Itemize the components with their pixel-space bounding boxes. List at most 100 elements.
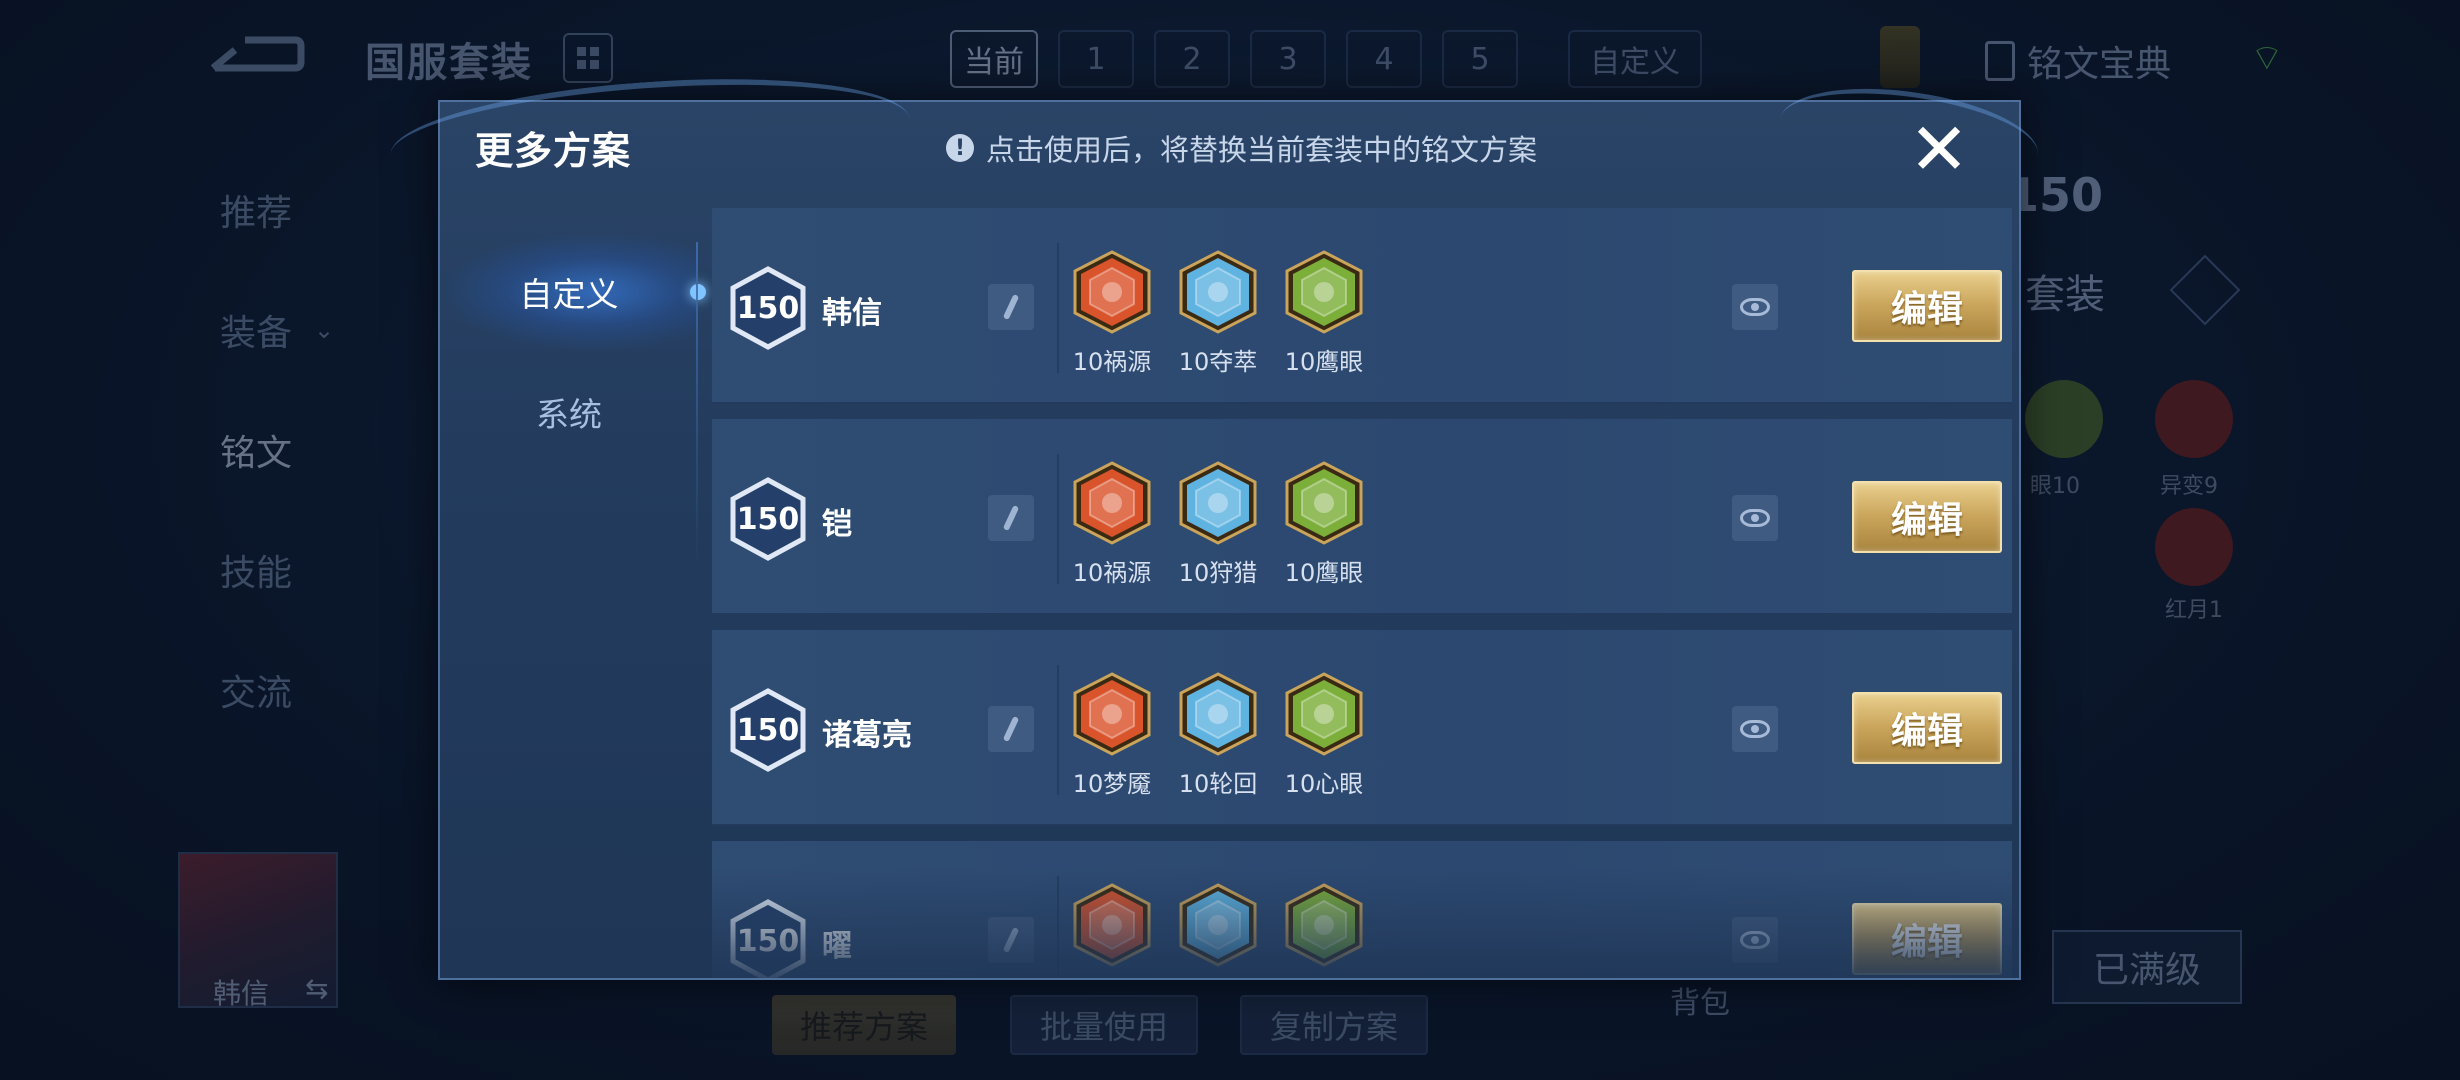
edit-button[interactable]: 编辑 [1852,481,2002,553]
tab-3[interactable]: 3 [1250,30,1326,88]
red-rune-icon [2155,508,2233,586]
rune-item[interactable]: 10祸源 [1072,461,1152,588]
rune-item[interactable] [1178,883,1258,975]
rune-item[interactable]: 10鹰眼 [1284,461,1364,588]
rune-item[interactable] [1284,883,1364,975]
swap-icon[interactable]: ⇆ [305,972,328,1005]
more-plans-dialog: 更多方案 ! 点击使用后，将替换当前套装中的铭文方案 ✕ 自定义 系统 150 … [386,63,2044,980]
inscription-book-label: 铭文宝典 [2027,44,2172,85]
plan-name: 韩信 [822,296,882,331]
divider [1057,665,1059,795]
tab-current[interactable]: 当前 [950,30,1038,88]
rune-item[interactable]: 10狩猎 [1178,461,1258,588]
red-rune-icon [2155,380,2233,458]
rune-label: 10夺萃 [1178,348,1258,376]
pencil-icon [1002,293,1020,321]
gift-icon[interactable] [1880,26,1920,88]
pencil-icon [1002,715,1020,743]
info-icon: ! [946,134,974,162]
rune-item[interactable]: 10轮回 [1178,672,1258,799]
green-rune-icon [1284,883,1364,967]
rune-item[interactable]: 10祸源 [1072,250,1152,377]
nav-item-exchange[interactable]: 交流 [220,630,334,750]
tab-4[interactable]: 4 [1346,30,1422,88]
tab-custom[interactable]: 自定义 [1568,30,1702,88]
blue-rune-icon [1178,250,1258,334]
chevron-down-icon: ⌄ [314,316,335,344]
red-rune-icon [1072,250,1152,334]
rune-item[interactable] [1072,883,1152,975]
plan-row[interactable]: 150 曜 编辑 [712,841,2012,978]
tab-system-plans[interactable]: 系统 [440,352,698,472]
plan-name: 铠 [822,507,852,542]
rename-button[interactable] [988,706,1034,752]
rune-item[interactable]: 10心眼 [1284,672,1364,799]
bag-label[interactable]: 背包 [1670,978,1730,1022]
inscription-book-button[interactable]: 铭文宝典 [1985,35,2171,87]
plan-row[interactable]: 150 韩信 10祸源 10夺萃 10鹰眼 编辑 [712,208,2012,404]
rune-item[interactable]: 10梦魇 [1072,672,1152,799]
tab-1[interactable]: 1 [1058,30,1134,88]
eye-icon [1740,509,1770,527]
nav-item-equipment[interactable]: 装备 ⌄ [220,270,334,390]
eye-icon [1740,720,1770,738]
copy-plan-button[interactable]: 复制方案 [1240,995,1429,1055]
batch-use-button[interactable]: 批量使用 [1010,995,1199,1055]
eye-icon [1740,298,1770,316]
preview-button[interactable] [1732,917,1778,963]
nav-item-recommend[interactable]: 推荐 [220,150,334,270]
hint-text: 点击使用后，将替换当前套装中的铭文方案 [986,133,1538,167]
plan-row[interactable]: 150 铠 10祸源 10狩猎 10鹰眼 编辑 [712,419,2012,615]
pencil-icon [1002,926,1020,954]
edit-button[interactable]: 编辑 [1852,270,2002,342]
close-button[interactable]: ✕ [1904,113,1974,185]
rune-label: 眼10 [2030,474,2080,499]
tab-custom-plans[interactable]: 自定义 [440,232,706,352]
rune-item[interactable]: 10夺萃 [1178,250,1258,377]
divider [1057,454,1059,584]
left-nav: 推荐 装备 ⌄ 铭文 技能 交流 [220,150,334,750]
rune-label: 10鹰眼 [1284,348,1364,376]
suite-title: 国服套装 [365,40,533,86]
divider [1057,876,1059,978]
recommend-plan-button[interactable]: 推荐方案 [772,995,957,1055]
blue-rune-icon [1178,461,1258,545]
plan-level: 150 [736,501,800,537]
rune-group: 10祸源 10狩猎 10鹰眼 [1072,461,1364,588]
divider [712,824,2012,826]
plan-row[interactable]: 150 诸葛亮 10梦魇 10轮回 10心眼 编辑 [712,630,2012,826]
rename-button[interactable] [988,917,1034,963]
rune-label: 异变9 [2160,474,2218,499]
preview-button[interactable] [1732,284,1778,330]
dialog-title: 更多方案 [475,129,632,173]
rune-label: 红月1 [2165,598,2223,623]
green-rune-icon [1284,461,1364,545]
plan-category-tabs: 自定义 系统 [440,232,706,472]
edit-button[interactable]: 编辑 [1852,903,2002,975]
dialog-hint: ! 点击使用后，将替换当前套装中的铭文方案 [946,127,1537,169]
plan-name: 诸葛亮 [822,718,912,753]
nav-item-inscription[interactable]: 铭文 [220,390,334,510]
full-level-button[interactable]: 已满级 [2052,930,2242,1004]
plan-level: 150 [736,290,800,326]
grid-icon[interactable] [563,33,613,83]
rename-button[interactable] [988,284,1034,330]
edit-button[interactable]: 编辑 [1852,692,2002,764]
tab-5[interactable]: 5 [1442,30,1518,88]
rename-button[interactable] [988,495,1034,541]
pencil-icon [1002,504,1020,532]
rune-item[interactable]: 10鹰眼 [1284,250,1364,377]
red-rune-icon [1072,461,1152,545]
back-arrow-icon[interactable] [205,28,305,82]
preview-button[interactable] [1732,495,1778,541]
plan-list[interactable]: 150 韩信 10祸源 10夺萃 10鹰眼 编辑 150 铠 10祸源 10狩猎… [712,208,2012,978]
rune-label: 10梦魇 [1072,770,1152,798]
rune-label: 10鹰眼 [1284,559,1364,587]
suite-tabs: 当前 1 2 3 4 5 自定义 [950,30,1702,88]
preview-button[interactable] [1732,706,1778,752]
tab-2[interactable]: 2 [1154,30,1230,88]
nav-item-skill[interactable]: 技能 [220,510,334,630]
menu-icon[interactable] [2169,254,2241,326]
divider [712,402,2012,404]
nav-label: 交流 [220,673,293,714]
